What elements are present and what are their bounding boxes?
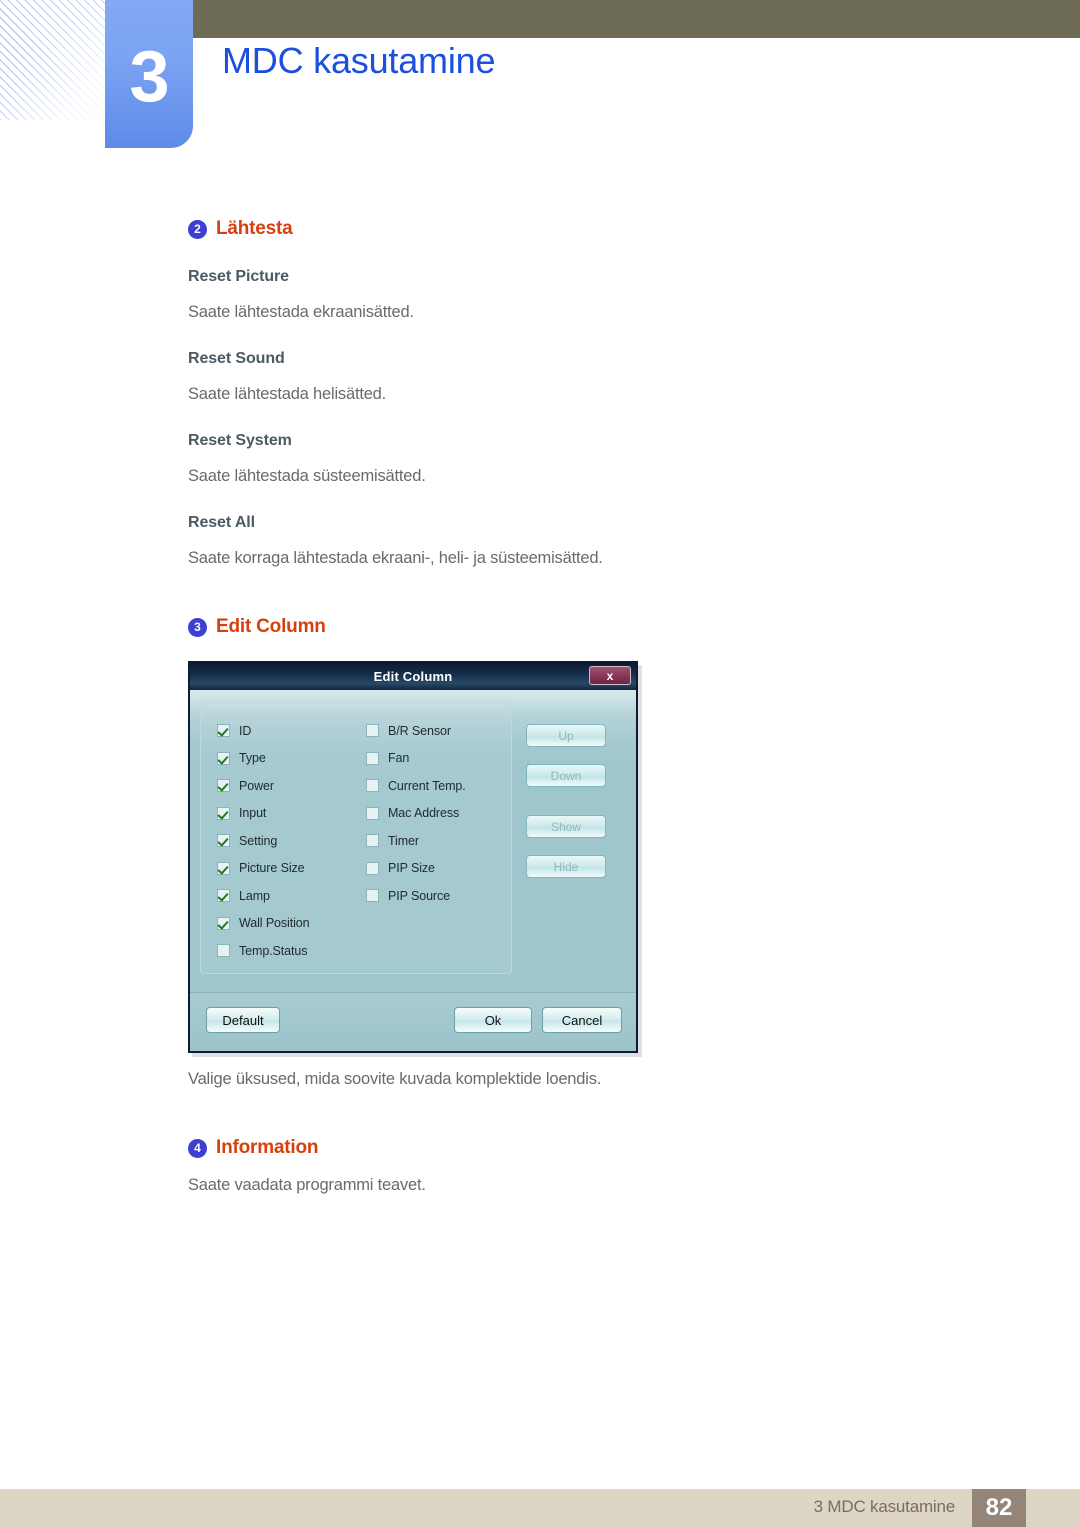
checkbox-timer[interactable] — [365, 834, 379, 848]
checkbox-pip-source[interactable] — [365, 889, 379, 903]
paragraph-reset-picture: Saate lähtestada ekraanisätted. — [188, 303, 414, 321]
checkbox-label-mac-address: Mac Address — [387, 806, 460, 821]
checkbox-row-current-temp[interactable]: Current Temp. — [365, 772, 511, 800]
section-heading-edit-column: 3 Edit Column — [188, 616, 888, 638]
checkbox-mac-address[interactable] — [365, 806, 379, 820]
page-title: MDC kasutamine — [222, 40, 496, 81]
checkbox-temp-status[interactable] — [217, 944, 230, 958]
checkbox-column-left: ID Type Power Input Setting Picture Size… — [217, 717, 366, 973]
paragraph-edit-column: Valige üksused, mida soovite kuvada komp… — [188, 1070, 602, 1088]
dialog-main-area: ID Type Power Input Setting Picture Size… — [200, 702, 626, 974]
section-title: Lähtesta — [216, 218, 293, 239]
section-badge: 4 — [188, 1138, 207, 1158]
section-badge: 3 — [188, 617, 207, 637]
paragraph-reset-all: Saate korraga lähtestada ekraani-, heli-… — [188, 549, 603, 567]
dialog-footer: Default Ok Cancel — [190, 992, 636, 1051]
checkbox-row-type[interactable]: Type — [217, 745, 366, 773]
paragraph-reset-system: Saate lähtestada süsteemisätted. — [188, 467, 426, 485]
header-olive-bar — [193, 0, 1080, 38]
checkbox-row-mac-address[interactable]: Mac Address — [365, 800, 511, 828]
checkbox-row-pip-size[interactable]: PIP Size — [365, 855, 511, 883]
subheading-reset-all: Reset All — [188, 514, 255, 531]
checkbox-label-type: Type — [239, 751, 266, 766]
checkbox-row-power[interactable]: Power — [217, 772, 366, 800]
section-heading-reset: 2 Lähtesta — [188, 218, 888, 240]
decorative-hatch-pattern — [0, 0, 120, 120]
up-button[interactable]: Up — [526, 724, 606, 747]
hide-button[interactable]: Hide — [526, 855, 606, 878]
checkbox-input[interactable] — [217, 806, 230, 820]
checkbox-setting[interactable] — [217, 834, 230, 848]
checkbox-row-wall-position[interactable]: Wall Position — [217, 910, 366, 938]
checkbox-row-setting[interactable]: Setting — [217, 827, 366, 855]
checkbox-label-fan: Fan — [387, 751, 410, 766]
checkbox-type[interactable] — [217, 751, 230, 765]
section-heading-information: 4 Information — [188, 1137, 888, 1159]
checkbox-row-timer[interactable]: Timer — [365, 827, 511, 855]
checkbox-label-temp-status: Temp.Status — [239, 943, 308, 958]
checkbox-row-lamp[interactable]: Lamp — [217, 882, 366, 910]
subheading-reset-system: Reset System — [188, 432, 292, 449]
edit-column-dialog-figure: Edit Column x ID Type Power Input Settin… — [188, 661, 646, 1053]
subheading-reset-picture: Reset Picture — [188, 268, 289, 285]
default-button[interactable]: Default — [206, 1007, 280, 1033]
dialog-side-buttons: Up Down Show Hide — [526, 702, 606, 878]
checkbox-label-current-temp: Current Temp. — [387, 778, 466, 793]
checkbox-label-pip-size: PIP Size — [387, 861, 435, 876]
page-footer: 3 MDC kasutamine 82 — [0, 1479, 1080, 1527]
checkbox-br-sensor[interactable] — [365, 724, 379, 738]
dialog-title: Edit Column — [373, 669, 453, 684]
section-title: Edit Column — [216, 616, 326, 637]
checkbox-power[interactable] — [217, 779, 230, 793]
dialog-titlebar: Edit Column x — [190, 663, 636, 690]
checkbox-row-picture-size[interactable]: Picture Size — [217, 855, 366, 883]
checkbox-label-input: Input — [239, 806, 267, 821]
paragraph-reset-sound: Saate lähtestada helisätted. — [188, 385, 387, 403]
checkbox-column-right: B/R Sensor Fan Current Temp. Mac Address… — [365, 717, 511, 973]
checkbox-row-id[interactable]: ID — [217, 717, 366, 745]
checkbox-wall-position[interactable] — [217, 916, 230, 930]
footer-chapter-label: 3 MDC kasutamine — [813, 1497, 956, 1516]
main-content: 2 Lähtesta Reset Picture Saate lähtestad… — [188, 218, 888, 1195]
checkbox-label-setting: Setting — [239, 833, 278, 848]
chapter-number-tab: 3 — [105, 0, 193, 148]
checkbox-label-id: ID — [239, 723, 252, 738]
close-icon[interactable]: x — [589, 666, 631, 685]
checkbox-fan[interactable] — [365, 751, 379, 765]
paragraph-information: Saate vaadata programmi teavet. — [188, 1176, 426, 1194]
column-checkbox-panel: ID Type Power Input Setting Picture Size… — [200, 702, 512, 974]
section-badge: 2 — [188, 219, 207, 239]
section-title: Information — [216, 1137, 319, 1158]
checkbox-row-temp-status[interactable]: Temp.Status — [217, 937, 366, 965]
down-button[interactable]: Down — [526, 764, 606, 787]
page-number: 82 — [972, 1489, 1026, 1527]
checkbox-pip-size[interactable] — [365, 861, 379, 875]
page-header: 3 MDC kasutamine — [0, 0, 1080, 180]
checkbox-label-wall-position: Wall Position — [239, 916, 310, 931]
checkbox-label-lamp: Lamp — [239, 888, 270, 903]
edit-column-dialog: Edit Column x ID Type Power Input Settin… — [188, 661, 638, 1053]
chapter-number: 3 — [129, 37, 169, 117]
checkbox-lamp[interactable] — [217, 889, 230, 903]
checkbox-label-pip-source: PIP Source — [387, 888, 450, 903]
checkbox-picture-size[interactable] — [217, 861, 230, 875]
dialog-body: ID Type Power Input Setting Picture Size… — [190, 690, 636, 1051]
show-button[interactable]: Show — [526, 815, 606, 838]
checkbox-label-power: Power — [239, 778, 274, 793]
checkbox-label-br-sensor: B/R Sensor — [387, 723, 451, 738]
checkbox-id[interactable] — [217, 724, 230, 738]
subheading-reset-sound: Reset Sound — [188, 350, 285, 367]
cancel-button[interactable]: Cancel — [542, 1007, 622, 1033]
checkbox-current-temp[interactable] — [365, 779, 379, 793]
checkbox-row-br-sensor[interactable]: B/R Sensor — [365, 717, 511, 745]
ok-button[interactable]: Ok — [454, 1007, 532, 1033]
checkbox-row-fan[interactable]: Fan — [365, 745, 511, 773]
checkbox-row-pip-source[interactable]: PIP Source — [365, 882, 511, 910]
checkbox-label-picture-size: Picture Size — [239, 861, 305, 876]
checkbox-label-timer: Timer — [387, 833, 419, 848]
checkbox-row-input[interactable]: Input — [217, 800, 366, 828]
